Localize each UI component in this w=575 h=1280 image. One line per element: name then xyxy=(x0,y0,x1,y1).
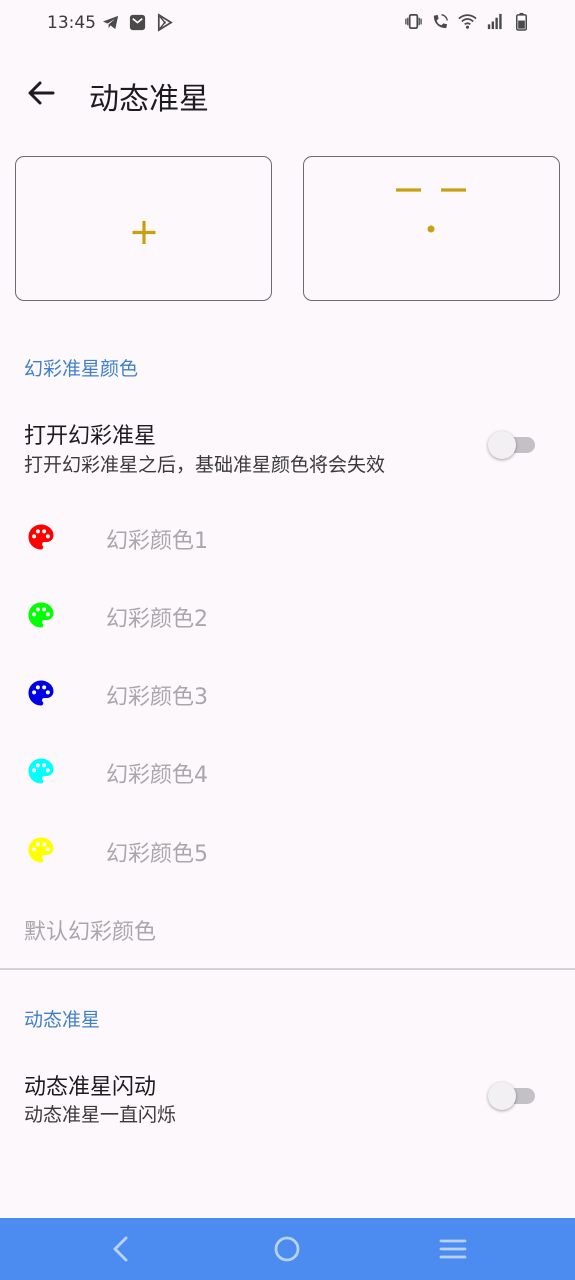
play-store-icon xyxy=(157,13,173,32)
switch-thumb xyxy=(488,431,516,459)
section-divider xyxy=(0,968,575,970)
section-header-dynamic: 动态准星 xyxy=(24,1009,101,1031)
palette-icon xyxy=(28,602,54,628)
crosshair-previews xyxy=(15,156,560,302)
home-nav-icon[interactable] xyxy=(270,1232,304,1266)
plus-crosshair-icon xyxy=(132,221,156,244)
telegram-icon xyxy=(102,15,119,30)
switch-thumb xyxy=(488,1082,516,1110)
page-title: 动态准星 xyxy=(89,82,209,117)
dash-crosshair-preview[interactable] xyxy=(303,156,560,301)
rainbow-color-label: 幻彩颜色4 xyxy=(106,763,208,788)
dynamic-switch[interactable] xyxy=(487,1081,537,1111)
rainbow-color-item[interactable]: 幻彩颜色3 xyxy=(0,664,575,724)
default-rainbow-color[interactable]: 默认幻彩颜色 xyxy=(24,914,156,946)
rainbow-color-label: 幻彩颜色5 xyxy=(106,842,208,867)
dynamic-toggle-title: 动态准星闪动 xyxy=(24,1075,157,1100)
rainbow-color-item[interactable]: 幻彩颜色1 xyxy=(0,508,575,568)
rainbow-switch[interactable] xyxy=(487,430,537,460)
plus-crosshair-preview[interactable] xyxy=(15,156,272,301)
menu-nav-icon[interactable] xyxy=(436,1232,470,1266)
rainbow-color-item[interactable]: 幻彩颜色2 xyxy=(0,586,575,646)
vibrate-icon xyxy=(405,13,422,30)
palette-icon xyxy=(28,758,54,784)
battery-icon xyxy=(515,12,528,31)
mail-icon xyxy=(129,14,146,31)
signal-icon xyxy=(487,13,502,30)
system-icons xyxy=(404,12,531,31)
navigation-bar xyxy=(0,1218,575,1280)
back-arrow-icon[interactable] xyxy=(22,74,60,112)
rainbow-color-label: 幻彩颜色1 xyxy=(106,529,208,554)
section-header-rainbow: 幻彩准星颜色 xyxy=(24,358,139,380)
wifi-call-icon xyxy=(433,14,448,29)
rainbow-color-item[interactable]: 幻彩颜色4 xyxy=(0,742,575,802)
dynamic-toggle-subtitle: 动态准星一直闪烁 xyxy=(24,1104,177,1126)
status-bar: 13:45 xyxy=(0,0,575,48)
palette-icon xyxy=(28,524,54,550)
app-bar: 动态准星 xyxy=(0,62,575,126)
wifi-icon xyxy=(458,14,477,29)
rainbow-color-label: 幻彩颜色2 xyxy=(106,607,208,632)
rainbow-toggle-subtitle: 打开幻彩准星之后，基础准星颜色将会失效 xyxy=(24,454,386,476)
rainbow-color-label: 幻彩颜色3 xyxy=(106,685,208,710)
rainbow-color-item[interactable]: 幻彩颜色5 xyxy=(0,821,575,881)
rainbow-toggle-title: 打开幻彩准星 xyxy=(24,424,157,449)
dash-dot-crosshair-icon xyxy=(396,188,466,233)
back-nav-icon[interactable] xyxy=(104,1232,138,1266)
palette-icon xyxy=(28,680,54,706)
palette-icon xyxy=(28,837,54,863)
notification-icons xyxy=(101,13,174,32)
status-time: 13:45 xyxy=(47,13,96,33)
